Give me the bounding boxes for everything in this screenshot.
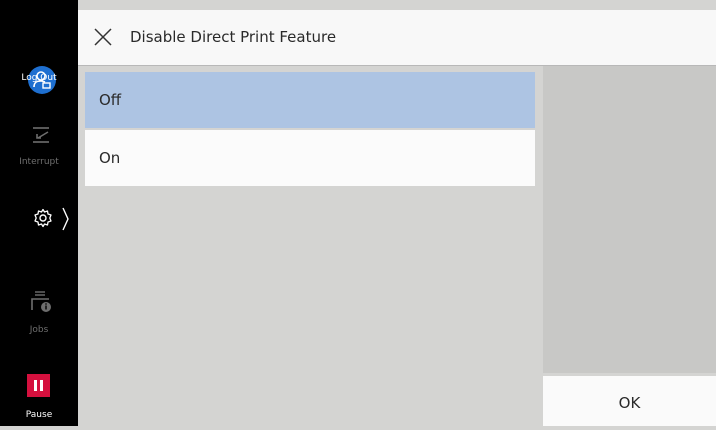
jobs-label: Jobs: [29, 325, 49, 335]
chevron-right-icon: [62, 207, 70, 235]
ok-label: OK: [618, 394, 641, 412]
option-on[interactable]: On: [85, 130, 535, 186]
option-on-label: On: [99, 149, 121, 167]
gear-icon: [33, 208, 53, 232]
interrupt-icon: [31, 126, 51, 148]
options-panel: Off On: [78, 66, 543, 426]
option-off-label: Off: [99, 91, 122, 109]
jobs-button[interactable]: [0, 285, 78, 345]
header-bar: Disable Direct Print Feature: [78, 10, 716, 66]
interrupt-label: Interrupt: [19, 157, 59, 167]
close-icon[interactable]: [94, 28, 112, 50]
option-off[interactable]: Off: [85, 72, 535, 128]
pause-icon: [27, 374, 50, 397]
jobs-icon: [30, 290, 52, 318]
sidebar: Log Out Interrupt Jobs Pause: [0, 0, 78, 426]
ok-button[interactable]: OK: [543, 376, 716, 426]
page-title: Disable Direct Print Feature: [130, 28, 337, 46]
logout-label: Log Out: [21, 73, 57, 83]
pause-label: Pause: [25, 410, 53, 420]
side-panel: [543, 66, 716, 373]
device-settings-button[interactable]: [0, 202, 78, 238]
